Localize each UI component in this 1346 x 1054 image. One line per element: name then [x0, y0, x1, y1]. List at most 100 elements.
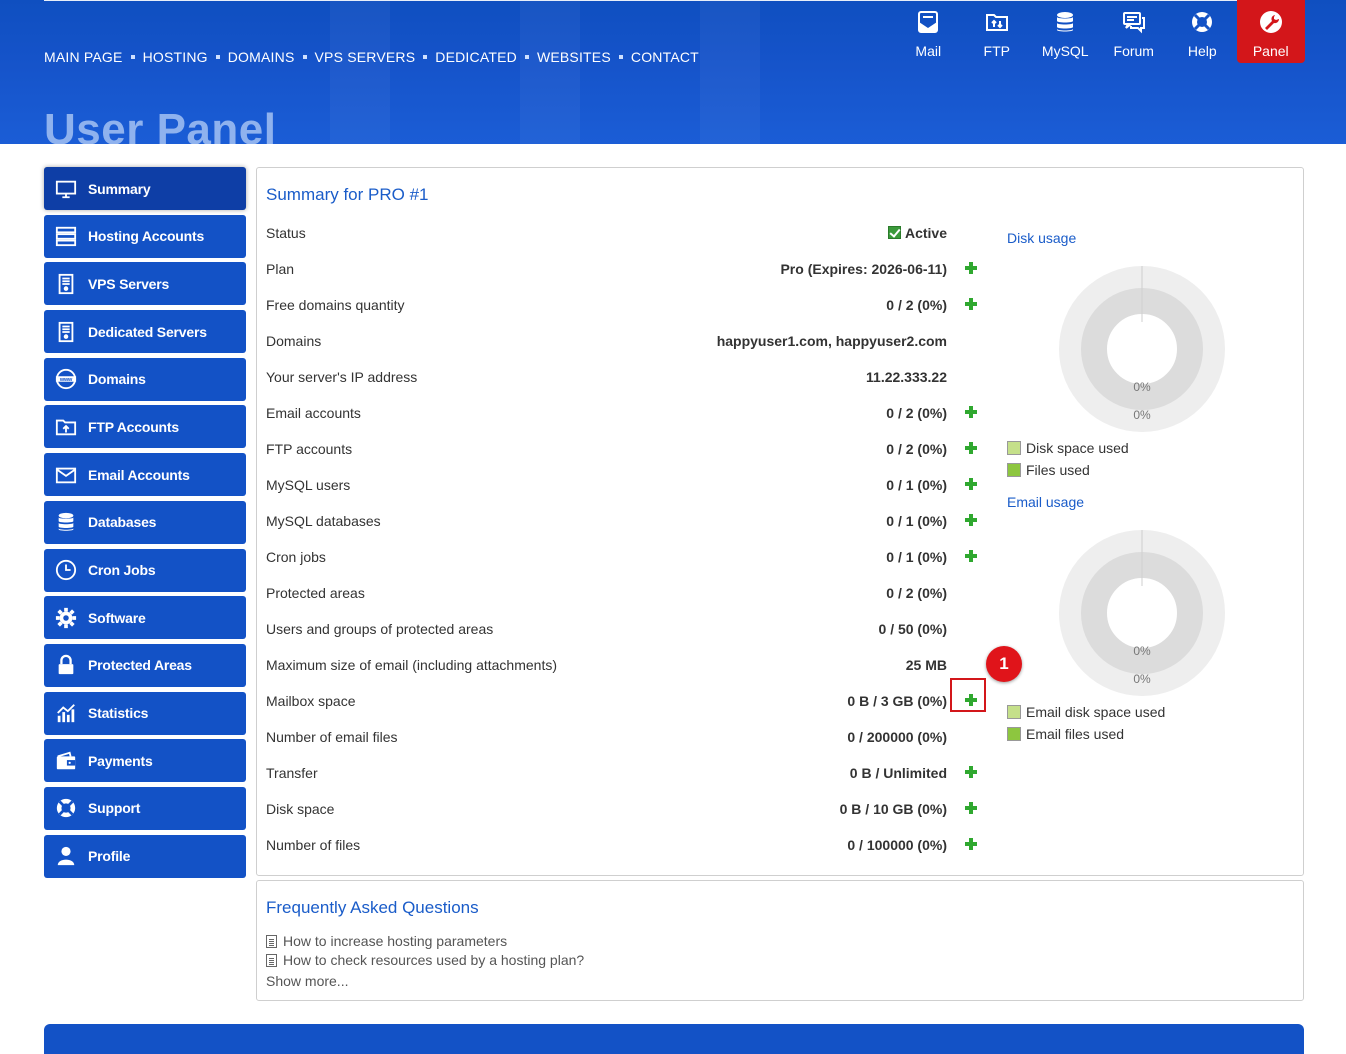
- legend-swatch: [1007, 727, 1021, 741]
- summary-row: Free domains quantity 0 / 2 (0%): [266, 295, 978, 331]
- sidebar-item-email-accounts[interactable]: Email Accounts: [44, 453, 246, 497]
- monitor-icon: [44, 178, 88, 200]
- nav-link-vps-servers[interactable]: VPS SERVERS: [315, 49, 416, 65]
- summary-row-label: Status: [266, 225, 306, 241]
- summary-row-value: 0 B / 10 GB (0%): [840, 799, 947, 819]
- nav-link-dedicated[interactable]: DEDICATED: [435, 49, 517, 65]
- legend-item: Email disk space used: [1007, 701, 1165, 723]
- summary-row-value-text: 0 / 1 (0%): [886, 513, 947, 529]
- sidebar-item-profile[interactable]: Profile: [44, 834, 246, 878]
- summary-row-value: 0 / 1 (0%): [886, 511, 947, 531]
- faq-link[interactable]: How to increase hosting parameters: [266, 933, 507, 949]
- sidebar-item-databases[interactable]: Databases: [44, 500, 246, 544]
- database-icon: [1053, 10, 1077, 43]
- email-outer-percent: 0%: [1133, 672, 1151, 686]
- summary-row-label: Number of files: [266, 837, 361, 853]
- sidebar-item-payments[interactable]: Payments: [44, 739, 246, 783]
- summary-row: MySQL databases 0 / 1 (0%): [266, 511, 978, 547]
- upgrade-plus-icon[interactable]: [964, 549, 978, 563]
- summary-row: Number of files 0 / 100000 (0%): [266, 835, 978, 871]
- disk-usage-legend: Disk space used Files used: [1007, 437, 1129, 481]
- nav-link-websites[interactable]: WEBSITES: [537, 49, 611, 65]
- summary-row-value: Pro (Expires: 2026-06-11): [780, 259, 947, 279]
- summary-row: Cron jobs 0 / 1 (0%): [266, 547, 978, 583]
- summary-row-label: Domains: [266, 333, 322, 349]
- summary-row-label: Free domains quantity: [266, 297, 405, 313]
- show-more-link[interactable]: Show more...: [266, 973, 348, 989]
- quick-links: Mail FTP MySQL Forum Help Panel: [894, 0, 1305, 63]
- upgrade-plus-icon[interactable]: [964, 477, 978, 491]
- sidebar-item-support[interactable]: Support: [44, 786, 246, 830]
- summary-row-label: Plan: [266, 261, 295, 277]
- summary-row-label: Protected areas: [266, 585, 365, 601]
- nav-link-main-page[interactable]: MAIN PAGE: [44, 49, 123, 65]
- quick-link-mail[interactable]: Mail: [894, 0, 963, 63]
- nav-link-hosting[interactable]: HOSTING: [143, 49, 208, 65]
- summary-row-value-text: 0 / 2 (0%): [886, 441, 947, 457]
- faq-link[interactable]: How to check resources used by a hosting…: [266, 952, 584, 968]
- upgrade-plus-icon[interactable]: [964, 441, 978, 455]
- sidebar-item-label: Profile: [88, 848, 131, 865]
- envelope-icon: [44, 464, 88, 486]
- summary-row: Mailbox space 0 B / 3 GB (0%): [266, 678, 986, 727]
- legend-label: Files used: [1026, 462, 1090, 478]
- summary-row: Protected areas 0 / 2 (0%): [266, 583, 978, 619]
- quick-link-panel[interactable]: Panel: [1236, 0, 1305, 63]
- summary-row-value: happyuser1.com, happyuser2.com: [717, 331, 947, 351]
- quick-link-label: Forum: [1113, 43, 1154, 59]
- upgrade-plus-icon[interactable]: [964, 801, 978, 815]
- summary-row-label: Maximum size of email (including attachm…: [266, 657, 557, 673]
- summary-row: FTP accounts 0 / 2 (0%): [266, 439, 978, 475]
- upgrade-plus-icon[interactable]: [964, 405, 978, 419]
- upgrade-plus-icon[interactable]: [964, 765, 978, 779]
- summary-row-value: 0 / 200000 (0%): [847, 727, 947, 747]
- summary-row: Disk space 0 B / 10 GB (0%): [266, 799, 978, 835]
- page-title: User Panel: [44, 105, 277, 144]
- faq-title: Frequently Asked Questions: [266, 898, 479, 917]
- quick-link-forum[interactable]: Forum: [1100, 0, 1169, 63]
- stats-chart-icon: [44, 702, 88, 724]
- sidebar-item-dedicated-servers[interactable]: Dedicated Servers: [44, 310, 246, 354]
- svg-text:www: www: [59, 377, 73, 383]
- legend-item: Files used: [1007, 459, 1129, 481]
- legend-item: Disk space used: [1007, 437, 1129, 459]
- nav-link-domains[interactable]: DOMAINS: [228, 49, 295, 65]
- faq-link-text: How to check resources used by a hosting…: [283, 952, 585, 968]
- upgrade-plus-icon[interactable]: [964, 513, 978, 527]
- sidebar-item-protected-areas[interactable]: Protected Areas: [44, 643, 246, 687]
- summary-row-value: 0 / 2 (0%): [886, 439, 947, 459]
- sidebar-item-hosting-accounts[interactable]: Hosting Accounts: [44, 214, 246, 258]
- quick-link-mysql[interactable]: MySQL: [1031, 0, 1100, 63]
- legend-label: Email disk space used: [1026, 704, 1166, 720]
- quick-link-help[interactable]: Help: [1168, 0, 1237, 63]
- upgrade-plus-icon[interactable]: [964, 837, 978, 851]
- forum-icon: [1122, 10, 1146, 43]
- disk-outer-percent: 0%: [1133, 408, 1151, 422]
- lifebuoy-icon: [1190, 10, 1214, 43]
- summary-row-value-text: 0 / 2 (0%): [886, 585, 947, 601]
- sidebar-item-label: Domains: [88, 371, 146, 388]
- disk-usage-donut-chart: 0% 0%: [1059, 266, 1225, 432]
- upgrade-plus-icon[interactable]: [964, 297, 978, 311]
- sidebar-item-label: Support: [88, 800, 141, 817]
- sidebar-item-cron-jobs[interactable]: Cron Jobs: [44, 548, 246, 592]
- summary-row-value-text: 0 / 50 (0%): [878, 621, 947, 637]
- quick-link-ftp[interactable]: FTP: [963, 0, 1032, 63]
- summary-row-label: MySQL databases: [266, 513, 381, 529]
- summary-row-label: Your server's IP address: [266, 369, 418, 385]
- upgrade-plus-icon[interactable]: [964, 261, 978, 275]
- sidebar-item-summary[interactable]: Summary: [44, 167, 246, 210]
- summary-row-value: 0 / 1 (0%): [886, 475, 947, 495]
- sidebar-item-software[interactable]: Software: [44, 596, 246, 640]
- nav-link-contact[interactable]: CONTACT: [631, 49, 699, 65]
- sidebar-item-domains[interactable]: www Domains: [44, 357, 246, 401]
- summary-row-value-text: 11.22.333.22: [866, 369, 947, 385]
- sidebar-item-statistics[interactable]: Statistics: [44, 691, 246, 735]
- quick-link-label: Help: [1187, 43, 1217, 59]
- sidebar-item-ftp-accounts[interactable]: FTP Accounts: [44, 405, 246, 449]
- sidebar-item-label: Payments: [88, 752, 153, 769]
- disk-inner-percent: 0%: [1133, 380, 1151, 394]
- legend-label: Email files used: [1026, 726, 1125, 742]
- summary-row-value-text: 0 B / 10 GB (0%): [839, 801, 947, 817]
- sidebar-item-vps-servers[interactable]: VPS Servers: [44, 262, 246, 306]
